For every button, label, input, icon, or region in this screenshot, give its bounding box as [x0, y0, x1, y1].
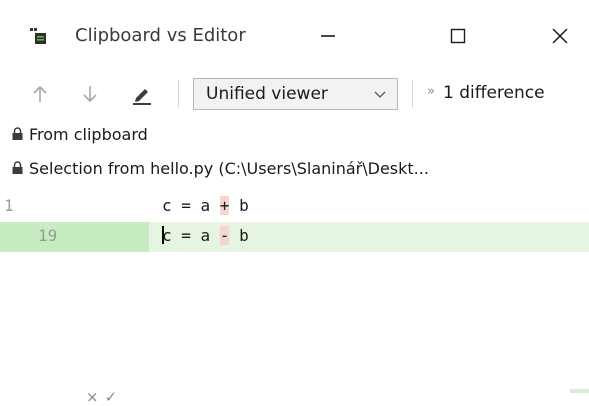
- close-button[interactable]: [540, 19, 580, 53]
- compare-files-icon: [30, 28, 46, 44]
- lock-icon: [12, 161, 23, 174]
- close-icon: [552, 28, 568, 44]
- right-panel-title: Selection from hello.py (C:\Users\Slanin…: [12, 159, 429, 178]
- inline-change: +: [219, 196, 230, 215]
- line-number: 1: [4, 196, 14, 215]
- left-panel-title: From clipboard: [12, 125, 148, 144]
- revert-change-icon[interactable]: ×: [86, 388, 105, 406]
- arrow-down-icon: [83, 86, 97, 103]
- viewer-mode-value: Unified viewer: [206, 84, 328, 104]
- diff-line-deleted: 1 ×✓ c = a + b: [0, 192, 589, 406]
- left-panel-label: From clipboard: [29, 125, 148, 144]
- toolbar-separator: [178, 80, 179, 108]
- previous-difference-button[interactable]: [28, 82, 52, 106]
- arrow-up-icon: [33, 85, 47, 102]
- line-gutter: [0, 222, 149, 252]
- window-title: Clipboard vs Editor: [75, 25, 246, 46]
- code-line: c = a + b: [162, 196, 249, 215]
- inline-change: -: [219, 226, 230, 245]
- maximize-icon: [450, 28, 466, 44]
- minimize-icon: [321, 35, 335, 37]
- accept-change-icon[interactable]: ✓: [105, 388, 124, 406]
- double-chevron-right-icon[interactable]: »: [427, 84, 435, 99]
- code-line[interactable]: c = a - b: [162, 226, 249, 245]
- line-number: 19: [38, 226, 58, 245]
- lock-icon: [12, 127, 23, 140]
- minimize-button[interactable]: [308, 19, 348, 53]
- right-panel-label: Selection from hello.py (C:\Users\Slanin…: [29, 159, 429, 178]
- maximize-button[interactable]: [438, 19, 478, 53]
- change-markers: ×✓: [86, 388, 123, 406]
- edit-source-button[interactable]: [130, 82, 154, 106]
- next-difference-button[interactable]: [78, 82, 102, 106]
- viewer-mode-select[interactable]: Unified viewer: [193, 78, 398, 110]
- toolbar-separator: [412, 80, 413, 108]
- change-stripe: [570, 389, 589, 393]
- chevron-down-icon: [374, 91, 386, 98]
- differences-count: 1 difference: [443, 83, 545, 103]
- pencil-icon: [133, 89, 151, 105]
- diff-line-added: 19 c = a - b: [0, 222, 589, 252]
